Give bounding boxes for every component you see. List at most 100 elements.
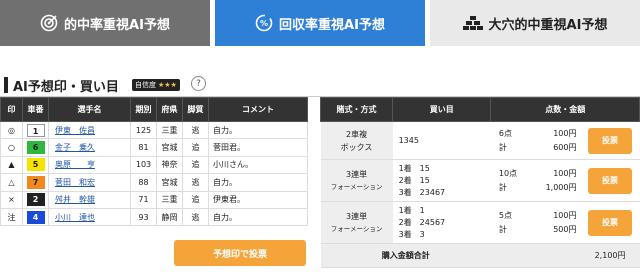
col-car-number: 車番 <box>22 97 49 122</box>
car-number-cell: 6 <box>22 138 49 157</box>
bet-row: 3連単 フォーメーション 1着 1 2着 24567 3着 3 5点計 100円 500円 投票 <box>320 201 640 244</box>
total-value: 2,100円 <box>490 243 640 268</box>
car-number-cell: 1 <box>22 120 49 140</box>
car-number-cell: 7 <box>22 173 49 192</box>
col-prefecture: 府県 <box>156 97 183 122</box>
term-cell: 71 <box>130 190 157 209</box>
vote-button[interactable]: 投票 <box>587 209 632 236</box>
title-accent-bar <box>4 77 8 93</box>
style-cell: 逃 <box>182 173 209 192</box>
confidence-stars: ★★★ <box>158 81 177 89</box>
col-bet-type: 賭式・方式 <box>319 97 394 122</box>
col-comment: コメント <box>208 97 308 122</box>
section-title-text: AI予想印・買い目 <box>13 79 119 95</box>
rider-name-link[interactable]: 小川 達也 <box>48 207 131 227</box>
bet-type-cell: 3連単 フォーメーション <box>320 159 393 202</box>
amount-line: 500円 <box>553 224 577 234</box>
col-rider-name: 選手名 <box>48 97 131 122</box>
tab-label: 回収率重視AI予想 <box>279 17 385 33</box>
prefecture-cell: 三重 <box>156 190 183 209</box>
tab-label: 大穴的中重視AI予想 <box>488 17 608 33</box>
points-line: 計 <box>498 182 507 192</box>
style-cell: 逃 <box>182 207 209 227</box>
combination-line: 3着 3 <box>398 229 425 239</box>
amount-line: 1,000円 <box>545 182 577 192</box>
vote-button[interactable]: 投票 <box>587 167 632 194</box>
table-row: ◎ 1 伊東 佐昌 125 三重逃自力。 <box>0 120 308 140</box>
table-row: △ 7 菅田 和宏 88 宮城逃自力。 <box>0 173 308 192</box>
prediction-table: 印 車番 選手名 期別 府県 脚質 コメント ◎ 1 伊東 佐昌 125 三重逃自力。 ○… <box>0 97 308 227</box>
table-header-row: 賭式・方式 買い目 点数・金額 <box>319 97 640 122</box>
mark-cell: △ <box>0 173 23 192</box>
amount-line: 100円 <box>553 128 577 138</box>
amount-cell: 100円 500円 <box>523 201 581 244</box>
term-cell: 81 <box>130 138 157 157</box>
total-label: 購入金額合計 <box>320 243 491 268</box>
mark-cell: ○ <box>0 138 23 157</box>
prefecture-cell: 静岡 <box>156 207 183 227</box>
style-cell: 追 <box>182 138 209 157</box>
rider-name-link[interactable]: 金子 乗久 <box>48 138 131 157</box>
amount-line: 100円 <box>553 210 577 220</box>
table-row: × 2 舛井 幹雄 71 三重追伊東君。 <box>0 190 308 209</box>
points-cell: 6点計 <box>490 121 524 160</box>
col-mark: 印 <box>0 97 23 122</box>
vote-by-marks-button[interactable]: 予想印で投票 <box>174 240 306 266</box>
col-term: 期別 <box>130 97 157 122</box>
points-line: 計 <box>498 224 507 234</box>
prefecture-cell: 三重 <box>156 120 183 140</box>
amount-line: 600円 <box>553 142 577 152</box>
table-row: 注 4 小川 達也 93 静岡逃自力。 <box>0 207 308 227</box>
target-icon <box>40 14 58 32</box>
gold-bars-icon <box>462 15 483 31</box>
rider-name-link[interactable]: 菅田 和宏 <box>48 173 131 192</box>
mark-cell: ◎ <box>0 120 23 140</box>
comment-cell: 自力。 <box>208 173 308 192</box>
bet-type-line: 2車複 <box>346 129 368 139</box>
comment-cell: 自力。 <box>208 207 308 227</box>
car-number-badge: 5 <box>26 158 45 172</box>
term-cell: 93 <box>130 207 157 227</box>
tab-recovery-rate[interactable]: % 回収率重視AI予想 <box>215 0 425 46</box>
style-cell: 追 <box>182 155 209 175</box>
comment-cell: 小川さん。 <box>208 155 308 175</box>
tab-hit-rate[interactable]: 的中率重視AI予想 <box>0 0 210 46</box>
combination-line: 1345 <box>398 135 419 145</box>
confidence-label: 自信度 <box>135 81 156 89</box>
help-icon[interactable]: ? <box>191 76 206 91</box>
comment-cell: 伊東君。 <box>208 190 308 209</box>
prefecture-cell: 神奈 <box>156 155 183 175</box>
table-row: ▲ 5 奥原 亨 103 神奈追小川さん。 <box>0 155 308 175</box>
prefecture-cell: 宮城 <box>156 173 183 192</box>
vote-button[interactable]: 投票 <box>587 127 632 154</box>
total-row: 購入金額合計 2,100円 <box>320 243 640 268</box>
bet-type-line: 3連単 <box>346 169 368 179</box>
vote-cell: 投票 <box>580 121 640 160</box>
amount-line: 100円 <box>553 168 577 178</box>
tab-bar: 的中率重視AI予想 % 回収率重視AI予想 大穴的中重視AI予想 <box>0 0 640 46</box>
combination-line: 1着 15 <box>398 163 430 173</box>
car-number-cell: 2 <box>22 190 49 209</box>
bet-type-line: 3連単 <box>346 211 368 221</box>
tab-label: 的中率重視AI予想 <box>64 17 170 33</box>
bet-type-cell: 2車複 ボックス <box>320 121 393 160</box>
comment-cell: 自力。 <box>208 120 308 140</box>
amount-cell: 100円 1,000円 <box>523 159 581 202</box>
rider-name-link[interactable]: 伊東 佐昌 <box>48 120 131 140</box>
tab-longshot[interactable]: 大穴的中重視AI予想 <box>430 0 640 46</box>
rider-name-link[interactable]: 舛井 幹雄 <box>48 190 131 209</box>
mark-cell: × <box>0 190 23 209</box>
rider-name-link[interactable]: 奥原 亨 <box>48 155 131 175</box>
combination-cell: 1345 <box>392 121 491 160</box>
style-cell: 追 <box>182 190 209 209</box>
car-number-badge: 7 <box>26 175 45 189</box>
points-line: 10点 <box>498 168 518 178</box>
combination-cell: 1着 1 2着 24567 3着 3 <box>392 201 491 244</box>
points-line: 計 <box>498 142 507 152</box>
term-cell: 88 <box>130 173 157 192</box>
vote-cell: 投票 <box>580 201 640 244</box>
car-number-badge: 1 <box>26 123 45 137</box>
vote-cell: 投票 <box>580 159 640 202</box>
table-row: ○ 6 金子 乗久 81 宮城追菅田君。 <box>0 138 308 157</box>
bet-row: 3連単 フォーメーション 1着 15 2着 15 3着 23467 10点計 100円 1,0… <box>320 159 640 202</box>
